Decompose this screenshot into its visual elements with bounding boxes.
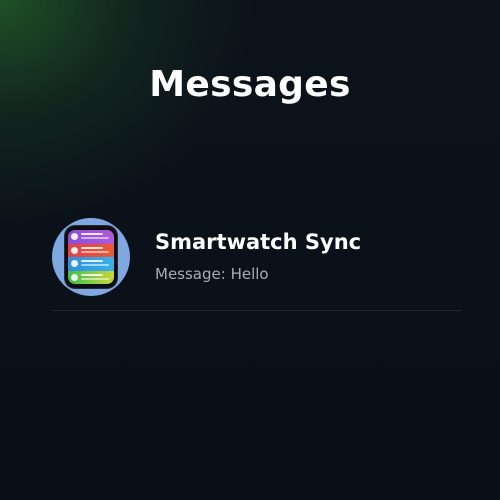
smartwatch-icon [65, 226, 117, 288]
contact-name: Smartwatch Sync [155, 230, 362, 254]
conversation-item[interactable]: Smartwatch Sync Message: Hello [52, 218, 462, 310]
avatar [52, 218, 130, 296]
message-preview: Message: Hello [155, 265, 269, 283]
page-title: Messages [149, 64, 351, 105]
divider [52, 310, 462, 311]
